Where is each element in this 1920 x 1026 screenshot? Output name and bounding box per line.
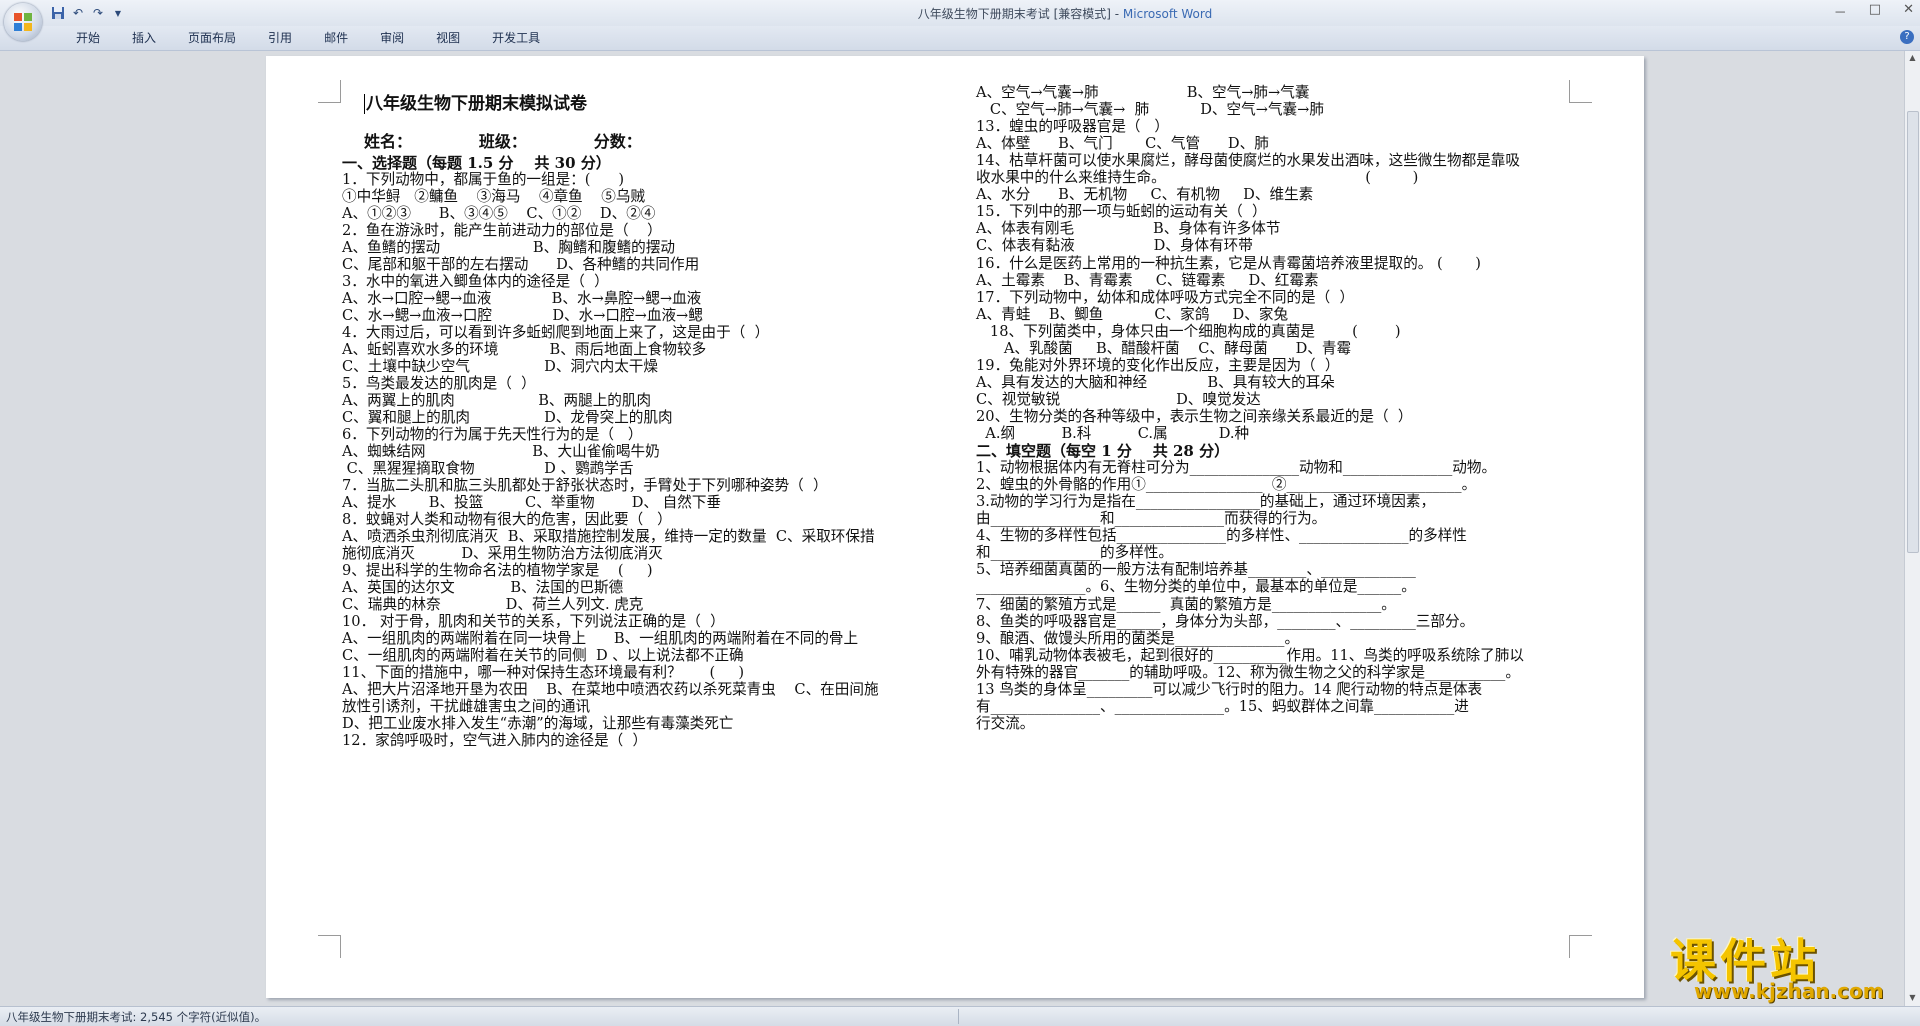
tab-references[interactable]: 引用 (252, 30, 308, 46)
document-page[interactable]: 八年级生物下册期末模拟试卷 姓名： 班级： 分数： 一、选择题（每题 1.5 分… (266, 56, 1644, 998)
watermark-logo: 课件站 www.kjzhan.com (1670, 925, 1910, 1005)
margin-corner-mark (318, 80, 341, 103)
scroll-up-icon[interactable]: ▲ (1907, 53, 1918, 64)
margin-corner-mark (318, 935, 341, 958)
tab-view[interactable]: 视图 (420, 30, 476, 46)
name-class-score-line: 姓名： 班级： 分数： (364, 132, 642, 151)
window-title: 八年级生物下册期末考试 [兼容模式] - Microsoft Word (0, 5, 1920, 22)
status-divider (958, 1009, 959, 1024)
tab-developer[interactable]: 开发工具 (476, 30, 556, 46)
office-button[interactable] (4, 3, 42, 41)
maximize-button[interactable]: □ (1869, 2, 1881, 21)
minimize-button[interactable]: － (1834, 2, 1847, 21)
watermark-url: www.kjzhan.com (1694, 979, 1884, 1003)
word-count: 八年级生物下册期末考试: 2,545 个字符(近似值)。 (6, 1010, 267, 1024)
office-logo-icon (14, 13, 32, 31)
help-icon[interactable]: ? (1900, 30, 1914, 44)
close-button[interactable]: ✕ (1903, 2, 1914, 21)
margin-corner-mark (1569, 935, 1592, 958)
ribbon-tab-bar: 开始 插入 页面布局 引用 邮件 审阅 视图 开发工具 ? (0, 26, 1920, 51)
vertical-scrollbar[interactable]: ▲ ▼ (1904, 51, 1920, 1006)
tab-review[interactable]: 审阅 (364, 30, 420, 46)
window-controls: － □ ✕ (1834, 2, 1914, 21)
document-title: 八年级生物下册期末考试 [兼容模式] - (917, 7, 1123, 21)
document-line: 12．家鸽呼吸时，空气进入肺内的途径是（ ） (342, 732, 648, 749)
document-heading: 八年级生物下册期末模拟试卷 (364, 94, 587, 114)
status-bar: 八年级生物下册期末考试: 2,545 个字符(近似值)。 (0, 1006, 1920, 1026)
app-name: Microsoft Word (1122, 7, 1213, 21)
title-bar: ↶ ↷ ▼ 八年级生物下册期末考试 [兼容模式] - Microsoft Wor… (0, 0, 1920, 26)
document-line: 有_______________、_______________。15、蚂蚁群体… (976, 697, 1469, 715)
tab-page-layout[interactable]: 页面布局 (172, 30, 252, 46)
margin-corner-mark (1569, 80, 1592, 103)
tab-insert[interactable]: 插入 (116, 30, 172, 46)
tab-mailings[interactable]: 邮件 (308, 30, 364, 46)
tab-home[interactable]: 开始 (60, 30, 116, 46)
document-line: 行交流。 (976, 714, 1035, 732)
scrollbar-thumb[interactable] (1907, 111, 1919, 553)
